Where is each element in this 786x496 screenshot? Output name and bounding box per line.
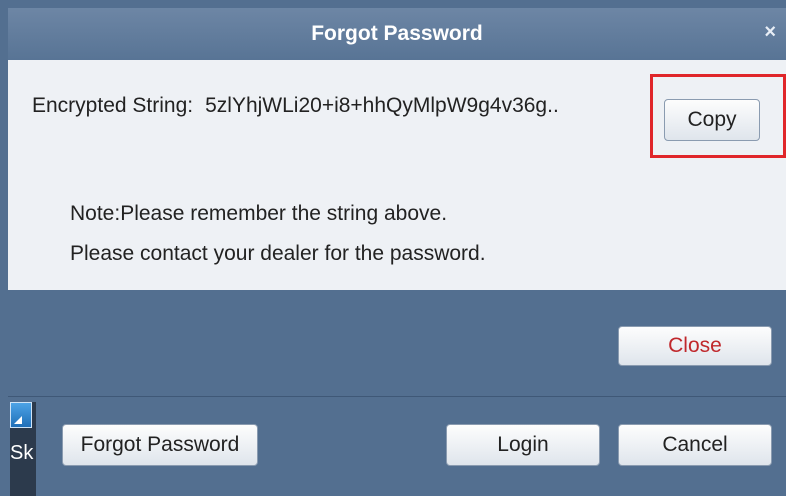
copy-button[interactable]: Copy xyxy=(664,99,760,141)
desktop-shortcut[interactable]: Sk xyxy=(10,402,36,496)
login-button[interactable]: Login xyxy=(446,424,600,466)
note-line-2: Please contact your dealer for the passw… xyxy=(70,242,486,265)
encrypted-string-row: Encrypted String: 5zlYhjWLi20+i8+hhQyMlpW… xyxy=(32,94,559,118)
close-icon[interactable]: × xyxy=(764,20,776,44)
dialog-title-bar: Forgot Password × xyxy=(8,8,786,60)
dialog-divider xyxy=(8,396,786,397)
note-line-1: Note:Please remember the string above. xyxy=(70,202,448,225)
encrypted-string-value: 5zlYhjWLi20+i8+hhQyMlpW9g4v36g.. xyxy=(205,94,559,117)
close-button[interactable]: Close xyxy=(618,326,772,366)
encrypted-string-label: Encrypted String: xyxy=(32,94,194,117)
shortcut-label: Sk xyxy=(10,442,34,464)
dialog-title: Forgot Password xyxy=(311,22,483,45)
forgot-password-button[interactable]: Forgot Password xyxy=(62,424,258,466)
dialog-content: Encrypted String: 5zlYhjWLi20+i8+hhQyMlpW… xyxy=(8,60,786,290)
cancel-button[interactable]: Cancel xyxy=(618,424,772,466)
app-shortcut-icon[interactable] xyxy=(10,402,32,428)
